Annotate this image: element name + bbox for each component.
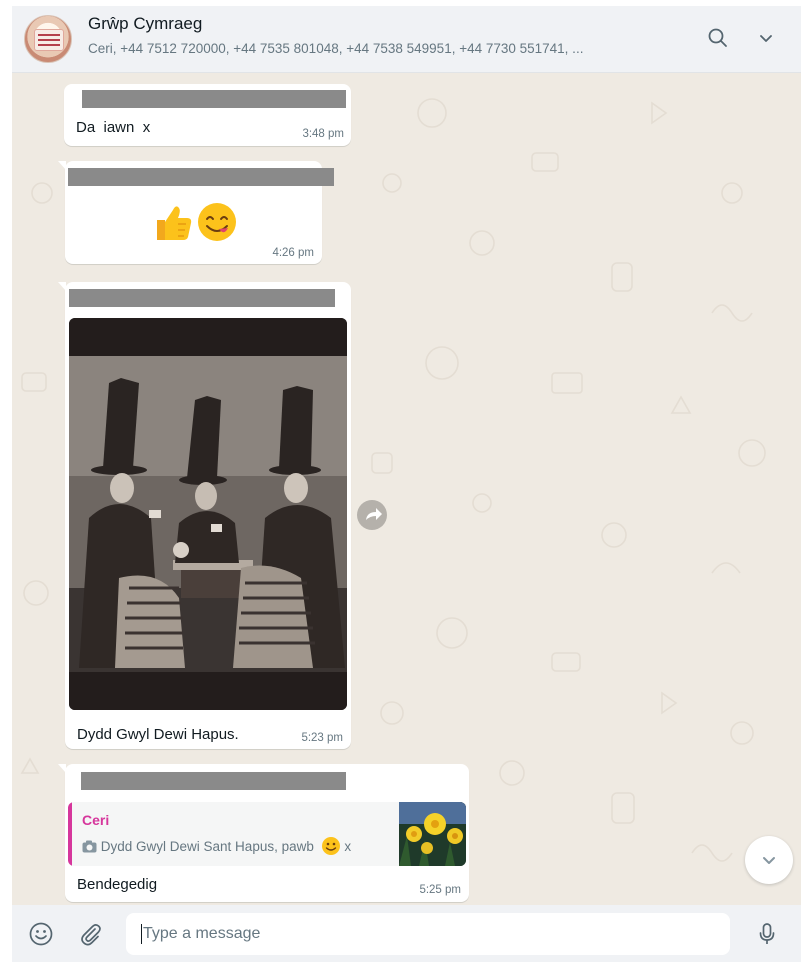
chat-window: Grŵp Cymraeg Ceri, +44 7512 720000, +44 … [12, 6, 801, 962]
scroll-to-bottom-button[interactable] [745, 836, 793, 884]
quoted-text-line: Dydd Gwyl Dewi Sant Hapus, pawb x [82, 836, 351, 856]
quoted-message[interactable]: Ceri Dydd Gwyl Dewi Sant Hapus, pawb x [68, 802, 466, 866]
message-composer [12, 905, 801, 962]
microphone-icon [759, 923, 775, 944]
group-name[interactable]: Grŵp Cymraeg [88, 14, 202, 34]
quote-accent-bar [68, 802, 72, 866]
message-bubble[interactable]: Dydd Gwyl Dewi Hapus. 5:23 pm [58, 282, 351, 749]
message-input[interactable] [126, 913, 730, 955]
message-time: 3:48 pm [302, 128, 344, 140]
chat-header[interactable]: Grŵp Cymraeg Ceri, +44 7512 720000, +44 … [12, 6, 801, 73]
voice-message-button[interactable] [754, 921, 780, 947]
quoted-author: Ceri [82, 812, 110, 828]
message-text: Bendegedig [77, 876, 158, 893]
group-avatar[interactable] [24, 15, 72, 63]
forward-icon [366, 508, 382, 520]
message-photo[interactable] [69, 318, 347, 710]
emoji-icon [29, 922, 53, 946]
redacted-sender-name [82, 90, 346, 108]
message-bubble[interactable]: Ceri Dydd Gwyl Dewi Sant Hapus, pawb x B… [58, 764, 469, 902]
redacted-sender-name [81, 772, 346, 790]
search-icon [708, 28, 727, 47]
chat-menu-button[interactable] [753, 25, 779, 51]
search-button[interactable] [705, 25, 731, 51]
smiley-emoji [321, 837, 340, 855]
emoji-button[interactable] [28, 921, 54, 947]
message-time: 5:25 pm [419, 884, 461, 896]
group-members: Ceri, +44 7512 720000, +44 7535 801048, … [88, 41, 584, 56]
redacted-sender-name [68, 168, 334, 186]
attach-button[interactable] [78, 921, 104, 947]
message-text: Da iawn x [76, 119, 151, 136]
photo-image [69, 318, 347, 710]
forward-media-button[interactable] [357, 500, 387, 530]
message-bubble[interactable]: 4:26 pm [58, 161, 334, 264]
paperclip-icon [81, 924, 101, 946]
message-time: 5:23 pm [301, 732, 343, 744]
chevron-down-icon [763, 857, 775, 864]
redacted-sender-name [69, 289, 335, 307]
message-time: 4:26 pm [272, 247, 314, 259]
message-bubble[interactable]: Da iawn x 3:48 pm [64, 84, 351, 146]
quoted-text-suffix: x [344, 839, 352, 854]
photo-caption: Dydd Gwyl Dewi Hapus. [77, 726, 239, 743]
text-caret [141, 924, 142, 944]
group-avatar-image [34, 29, 64, 51]
message-emoji [151, 200, 239, 244]
camera-icon [82, 840, 97, 853]
daffodils-image [399, 802, 466, 866]
yum-face-emoji [198, 203, 236, 241]
chevron-down-icon [760, 35, 772, 42]
quoted-text: Dydd Gwyl Dewi Sant Hapus, pawb [100, 839, 314, 854]
thumbs-up-emoji [157, 206, 192, 240]
quoted-photo-thumbnail [399, 802, 466, 866]
